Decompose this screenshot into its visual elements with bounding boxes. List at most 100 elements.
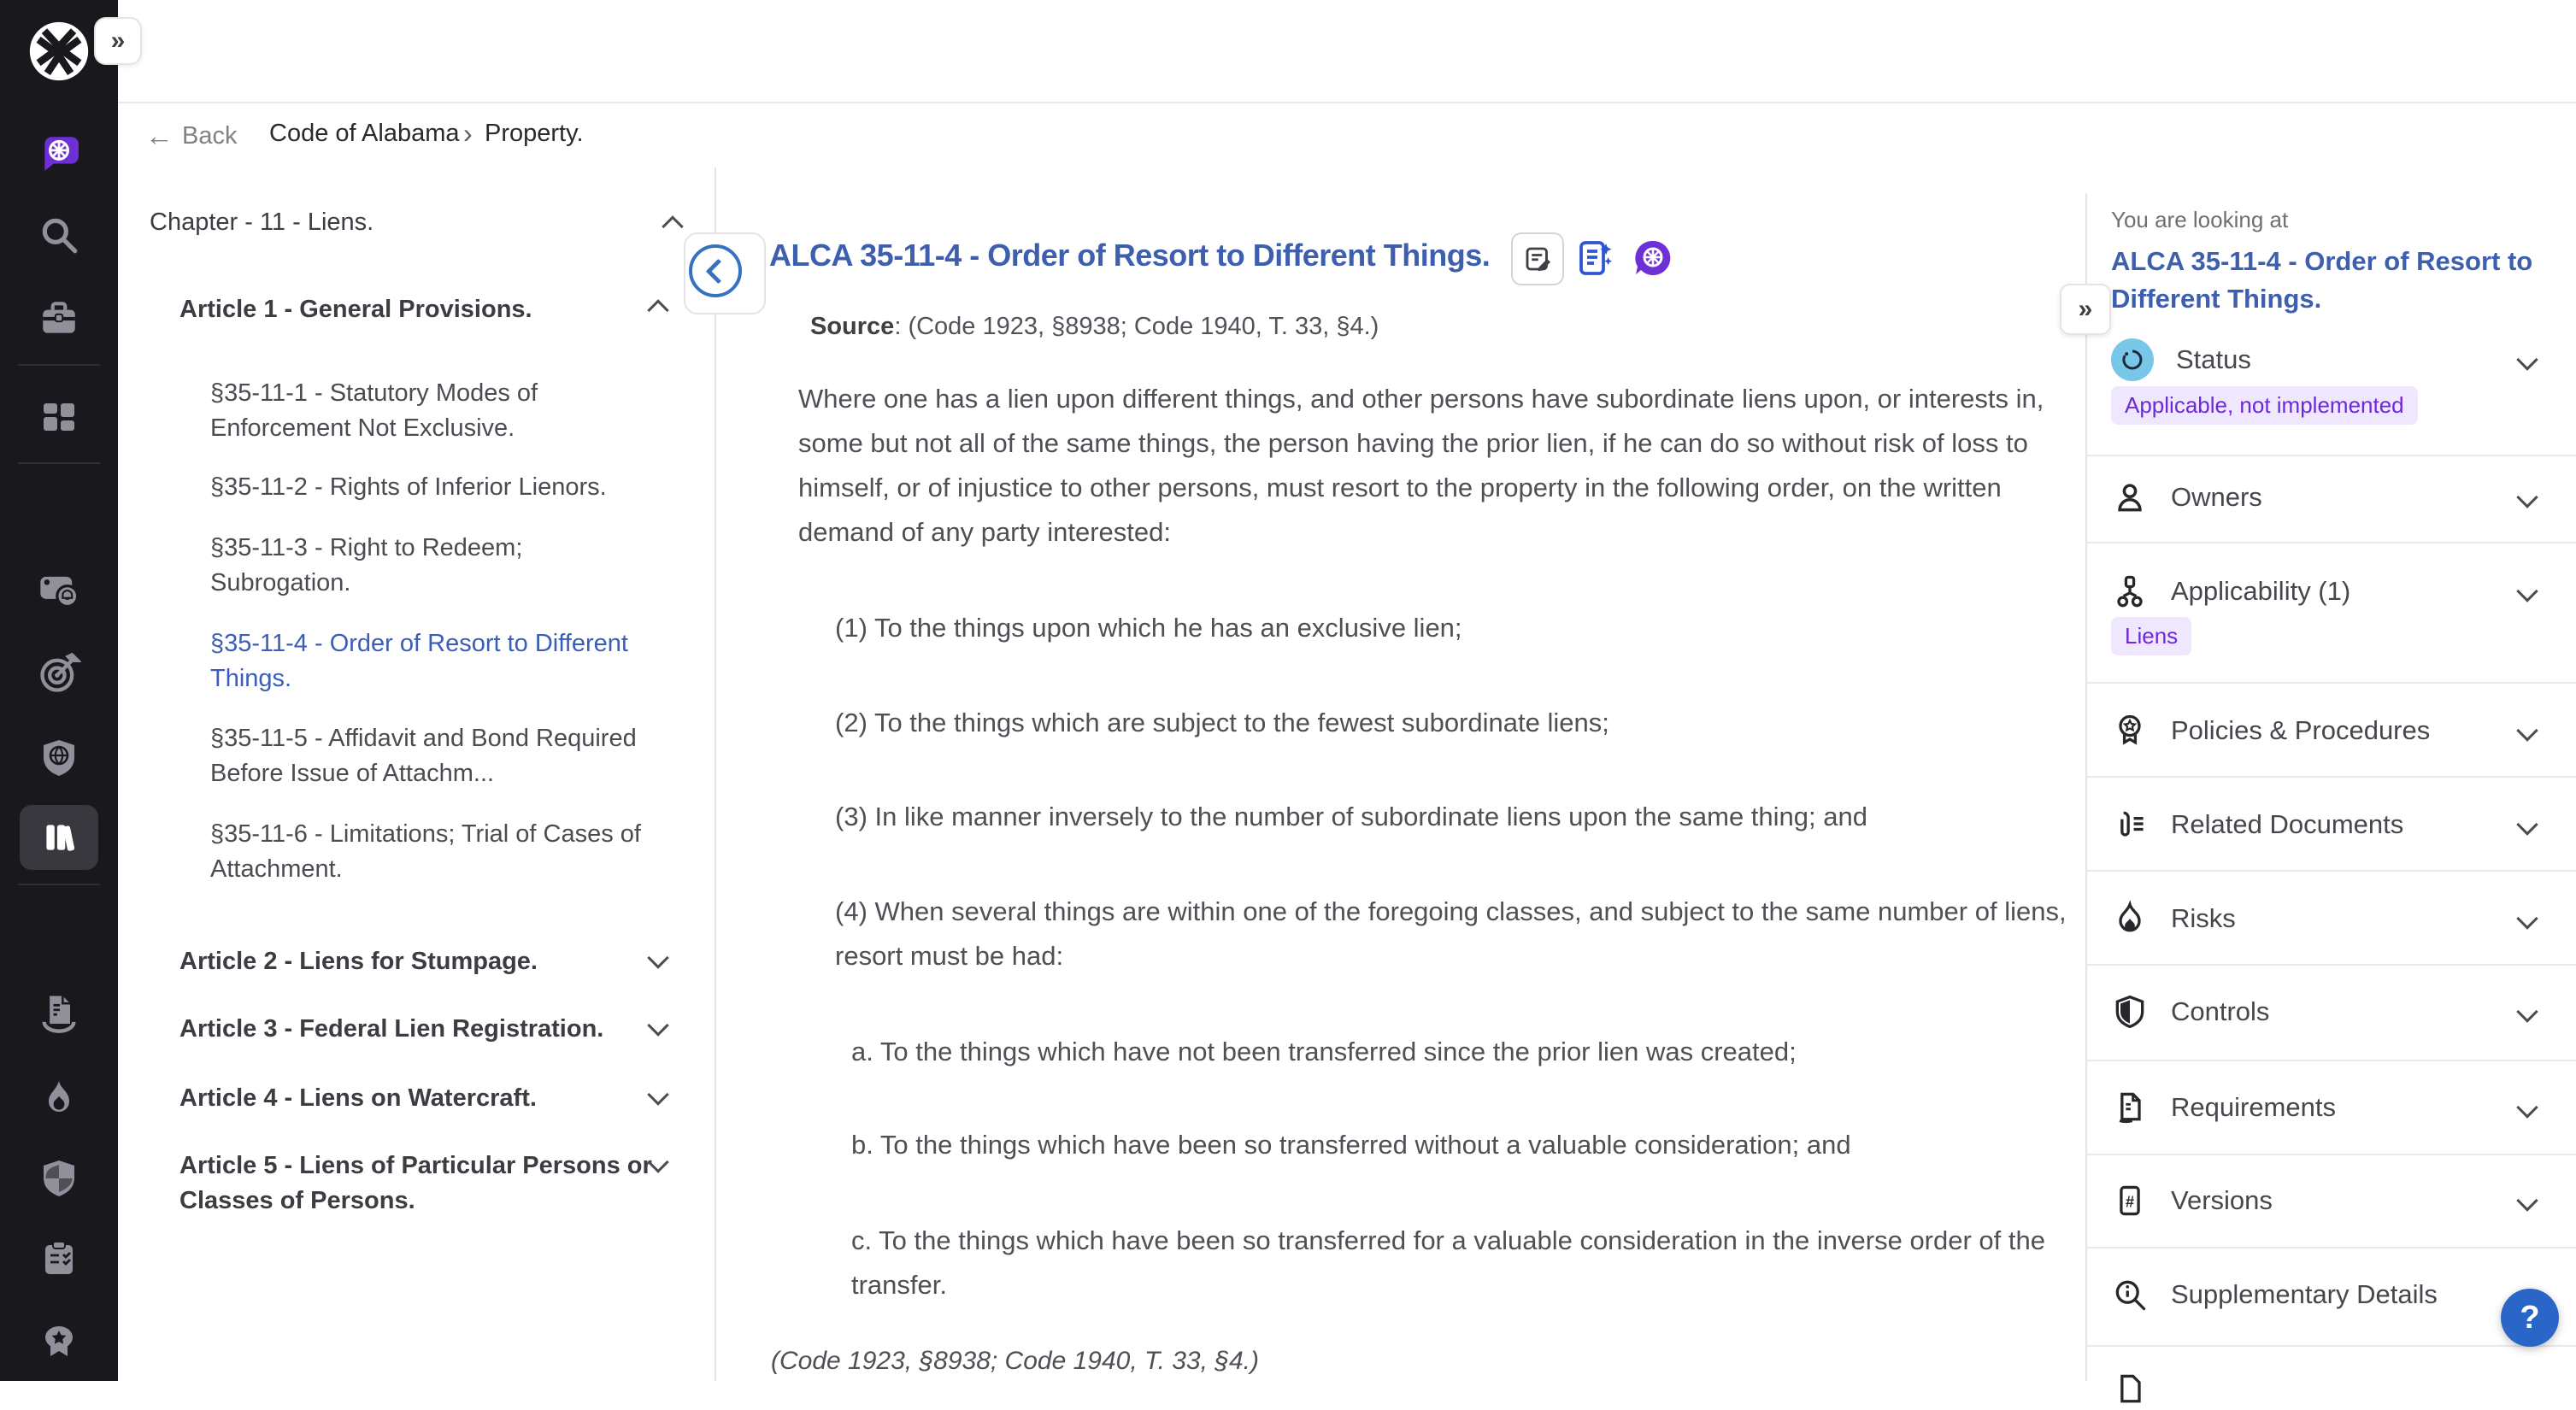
document-subitem-a: a. To the things which have not been tra… <box>851 1030 2082 1074</box>
section-divider <box>2087 682 2576 684</box>
person-icon <box>2111 479 2149 516</box>
help-button[interactable]: ? <box>2501 1289 2559 1347</box>
card-bell-icon <box>37 567 81 612</box>
medal-icon <box>2111 712 2149 749</box>
document-item-2: (2) To the things which are subject to t… <box>835 701 2083 745</box>
ai-summary-button[interactable] <box>1574 238 1615 279</box>
document-intro-paragraph: Where one has a lien upon different thin… <box>798 377 2063 555</box>
rail-item-objectives[interactable] <box>0 639 118 708</box>
arrow-left-icon: ← <box>145 120 173 152</box>
policies-label: Policies & Procedures <box>2171 715 2430 746</box>
section-divider <box>2087 1060 2576 1061</box>
section-status[interactable]: Status <box>2111 339 2555 380</box>
applicability-label: Applicability (1) <box>2171 576 2350 607</box>
clipboard-check-icon <box>38 1238 79 1279</box>
tree-article-1[interactable]: Article 1 - General Provisions. <box>179 292 667 327</box>
rail-item-search[interactable] <box>0 201 118 269</box>
section-supplementary-details[interactable]: Supplementary Details <box>2111 1274 2555 1315</box>
rail-item-law-library-active[interactable] <box>20 805 98 870</box>
tree-section-35-11-6[interactable]: §35-11-6 - Limitations; Trial of Cases o… <box>210 817 663 887</box>
ask-assistant-button[interactable] <box>1632 238 1673 279</box>
supplementary-details-label: Supplementary Details <box>2171 1279 2438 1310</box>
rail-item-assistant[interactable] <box>0 119 118 187</box>
search-info-icon <box>2111 1276 2149 1313</box>
controls-label: Controls <box>2171 996 2269 1027</box>
section-divider <box>2087 455 2576 456</box>
section-risks[interactable]: Risks <box>2111 898 2555 939</box>
status-badge: Applicable, not implemented <box>2111 386 2418 425</box>
tree-article-3[interactable]: Article 3 - Federal Lien Registration. <box>179 1012 667 1047</box>
risks-label: Risks <box>2171 903 2236 934</box>
annotate-button[interactable] <box>1511 232 1564 285</box>
paperclip-lines-icon <box>2111 806 2149 843</box>
tree-article-2[interactable]: Article 2 - Liens for Stumpage. <box>179 944 667 979</box>
rail-item-requirements[interactable] <box>0 1225 118 1293</box>
rail-item-controls[interactable] <box>0 1143 118 1212</box>
section-partial-bottom[interactable] <box>2111 1369 2555 1410</box>
status-label: Status <box>2176 344 2251 375</box>
document-icon <box>2111 1371 2149 1408</box>
tree-section-35-11-5[interactable]: §35-11-5 - Affidavit and Bond Required B… <box>210 721 663 791</box>
note-edit-icon <box>1522 244 1553 274</box>
tree-article-5[interactable]: Article 5 - Liens of Particular Persons … <box>179 1149 667 1219</box>
library-books-icon <box>38 816 80 859</box>
tree-chapter-header[interactable]: Chapter - 11 - Liens. <box>150 209 373 237</box>
help-label: ? <box>2520 1300 2539 1337</box>
tree-section-35-11-3[interactable]: §35-11-3 - Right to Redeem; Subrogation. <box>210 531 663 601</box>
svg-text:#: # <box>2126 1192 2134 1210</box>
rail-item-doc-intake[interactable] <box>0 978 118 1047</box>
tree-article-4[interactable]: Article 4 - Liens on Watercraft. <box>179 1081 667 1116</box>
rail-divider <box>18 884 100 885</box>
section-versions[interactable]: # Versions <box>2111 1180 2555 1221</box>
document-icon <box>2111 1089 2149 1126</box>
document-item-1: (1) To the things upon which he has an e… <box>835 606 2083 650</box>
section-owners[interactable]: Owners <box>2111 477 2555 518</box>
section-policies[interactable]: Policies & Procedures <box>2111 710 2555 751</box>
tree-section-35-11-1[interactable]: §35-11-1 - Statutory Modes of Enforcemen… <box>210 376 663 446</box>
rail-item-workspace[interactable] <box>0 285 118 353</box>
sidebar-expand-button[interactable]: » <box>94 17 142 65</box>
back-button[interactable]: ← Back <box>145 120 237 152</box>
chevrons-right-icon: » <box>2079 295 2093 324</box>
breadcrumb-current[interactable]: Property. <box>485 120 584 148</box>
section-requirements[interactable]: Requirements <box>2111 1087 2555 1128</box>
flame-icon <box>2111 900 2149 937</box>
section-divider <box>2087 1345 2576 1347</box>
status-icon <box>2111 338 2154 381</box>
tree-section-35-11-2[interactable]: §35-11-2 - Rights of Inferior Lienors. <box>210 470 663 505</box>
rail-item-certifications[interactable] <box>0 1308 118 1377</box>
rail-divider <box>18 462 100 464</box>
section-controls[interactable]: Controls <box>2111 991 2555 1032</box>
tree-section-35-11-4-selected[interactable]: §35-11-4 - Order of Resort to Different … <box>210 626 663 696</box>
section-related-documents[interactable]: Related Documents <box>2111 804 2555 845</box>
breadcrumb-root[interactable]: Code of Alabama <box>269 120 459 148</box>
back-label: Back <box>182 122 237 150</box>
company-logo-icon <box>24 16 94 86</box>
top-header <box>118 0 2576 103</box>
chevron-up-icon[interactable] <box>662 215 683 237</box>
document-sparkle-icon <box>1574 238 1615 279</box>
rail-item-privacy[interactable] <box>0 723 118 791</box>
document-title: ALCA 35-11-4 - Order of Resort to Differ… <box>769 238 1490 273</box>
tree-collapse-button[interactable] <box>689 244 742 297</box>
section-divider <box>2087 964 2576 966</box>
source-value: : (Code 1923, §8938; Code 1940, T. 33, §… <box>894 313 1379 340</box>
version-number-icon: # <box>2111 1182 2149 1219</box>
assistant-chat-icon <box>38 132 80 174</box>
details-title: ALCA 35-11-4 - Order of Resort to Differ… <box>2111 243 2538 318</box>
flame-icon <box>38 1078 79 1119</box>
details-collapse-button[interactable]: » <box>2060 284 2111 335</box>
chevrons-right-icon: » <box>111 26 126 56</box>
rail-item-dashboard[interactable] <box>0 383 118 451</box>
shield-globe-icon <box>38 737 79 778</box>
shield-checker-icon <box>38 1157 79 1198</box>
section-divider <box>2087 542 2576 543</box>
rail-divider <box>18 364 100 366</box>
dashboard-icon <box>38 397 79 438</box>
rail-item-risks[interactable] <box>0 1064 118 1132</box>
rail-item-alerts[interactable] <box>0 555 118 624</box>
chevron-left-icon <box>705 258 731 284</box>
versions-label: Versions <box>2171 1185 2273 1216</box>
section-applicability[interactable]: Applicability (1) <box>2111 571 2555 612</box>
tree-panel-divider <box>715 167 716 1381</box>
